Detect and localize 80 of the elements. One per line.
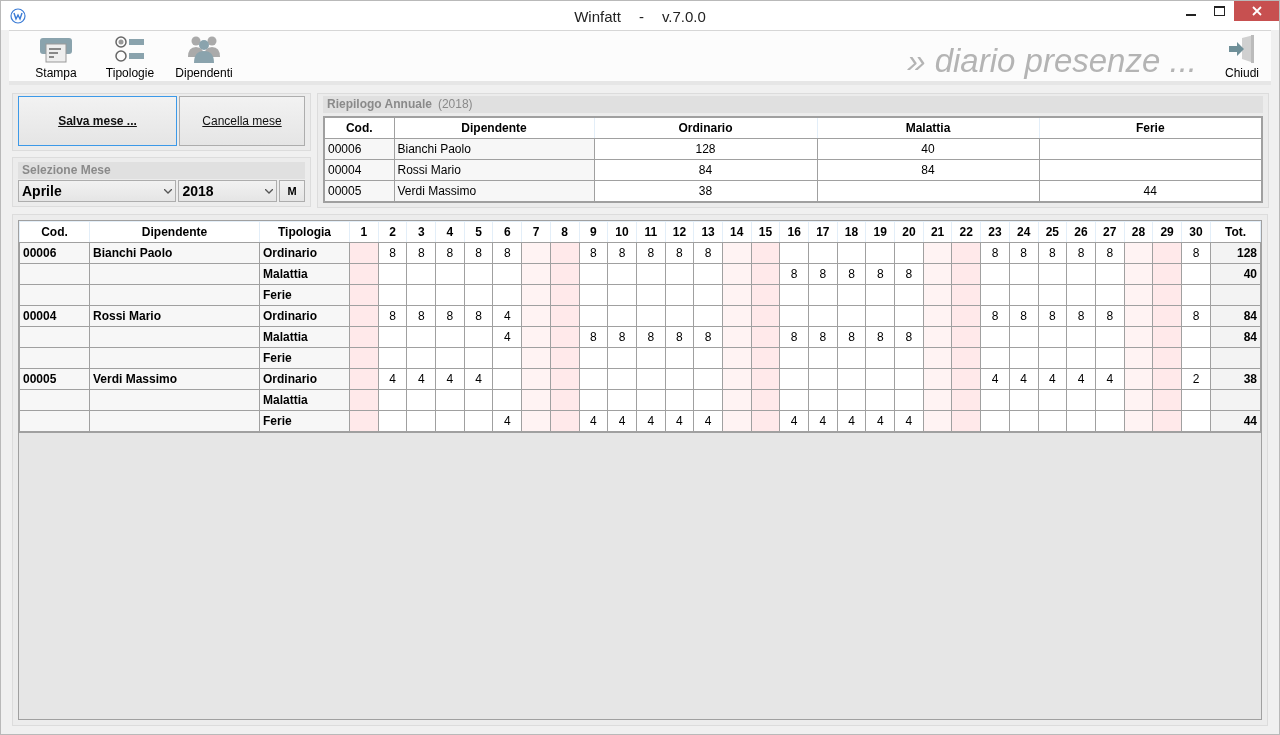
day-header: 24 bbox=[1009, 221, 1038, 243]
table-cell: Verdi Massimo bbox=[394, 180, 594, 202]
column-header: Malattia bbox=[817, 117, 1039, 139]
exit-door-icon bbox=[1227, 34, 1257, 63]
day-header: 15 bbox=[751, 221, 780, 243]
day-header: 21 bbox=[923, 221, 952, 243]
table-cell: 00005 bbox=[324, 180, 394, 202]
chevron-down-icon bbox=[164, 188, 173, 194]
table-cell: 44 bbox=[1039, 180, 1262, 202]
year-dropdown[interactable]: 2018 bbox=[178, 180, 278, 202]
column-header: Cod. bbox=[19, 221, 90, 243]
day-header: 8 bbox=[550, 221, 579, 243]
day-header: 17 bbox=[808, 221, 838, 243]
toolbar-button[interactable]: Stampa bbox=[19, 32, 93, 80]
column-header: Tipologia bbox=[259, 221, 350, 243]
day-header: 4 bbox=[435, 221, 465, 243]
day-header: 2 bbox=[378, 221, 407, 243]
minimize-icon bbox=[1185, 13, 1196, 16]
panel-title: Selezione Mese bbox=[18, 162, 305, 179]
column-header: Dipendente bbox=[89, 221, 260, 243]
app-logo-icon bbox=[10, 7, 26, 24]
column-header: Dipendente bbox=[394, 117, 594, 139]
day-header: 20 bbox=[894, 221, 924, 243]
table-cell: Bianchi Paolo bbox=[394, 138, 594, 160]
day-header: 6 bbox=[492, 221, 522, 243]
panel-title: Riepilogo Annuale bbox=[327, 97, 432, 112]
day-header: 19 bbox=[865, 221, 895, 243]
table-cell: 00006 bbox=[324, 138, 394, 160]
day-header: 7 bbox=[521, 221, 551, 243]
column-header: Tot. bbox=[1210, 221, 1261, 243]
day-header: 3 bbox=[406, 221, 436, 243]
day-header: 12 bbox=[665, 221, 694, 243]
table-cell: 84 bbox=[594, 159, 817, 181]
title-separator: - bbox=[638, 8, 644, 25]
year-label: (2018) bbox=[437, 97, 473, 112]
day-header: 9 bbox=[579, 221, 608, 243]
table-cell: 00004 bbox=[19, 305, 90, 327]
column-header: Cod. bbox=[324, 117, 394, 139]
day-header: 10 bbox=[607, 221, 637, 243]
chevron-down-icon bbox=[265, 188, 274, 194]
column-header: Ferie bbox=[1039, 117, 1262, 139]
table-cell: 128 bbox=[594, 138, 817, 160]
day-header: 18 bbox=[837, 221, 866, 243]
toolbar-button[interactable]: Tipologie bbox=[93, 32, 167, 80]
column-header: Ordinario bbox=[594, 117, 817, 139]
window-title: Winfatt bbox=[574, 8, 621, 25]
day-header: 30 bbox=[1181, 221, 1211, 243]
table-cell: 00006 bbox=[19, 242, 90, 264]
maximize-icon bbox=[1214, 6, 1225, 16]
table-cell: 00004 bbox=[324, 159, 394, 181]
day-header: 26 bbox=[1066, 221, 1096, 243]
banner-text: » diario presenze ... bbox=[907, 42, 1197, 80]
day-header: 11 bbox=[636, 221, 666, 243]
list-icon bbox=[115, 34, 145, 63]
people-icon bbox=[187, 34, 221, 63]
cancel-month-button[interactable]: Cancella mese bbox=[179, 96, 305, 146]
version-label: v.7.0.0 bbox=[661, 8, 706, 25]
day-header: 23 bbox=[980, 221, 1010, 243]
toolbar-button[interactable]: Dipendenti bbox=[167, 32, 241, 80]
close-toolbar-button[interactable]: Chiudi bbox=[1217, 32, 1267, 80]
month-button[interactable]: M bbox=[279, 180, 305, 202]
close-icon bbox=[1251, 6, 1262, 16]
day-header: 25 bbox=[1038, 221, 1067, 243]
day-header: 13 bbox=[693, 221, 723, 243]
table-cell: 00005 bbox=[19, 368, 90, 390]
day-header: 5 bbox=[464, 221, 493, 243]
day-header: 28 bbox=[1124, 221, 1153, 243]
close-button[interactable] bbox=[1234, 1, 1279, 21]
day-header: 27 bbox=[1095, 221, 1125, 243]
save-month-button[interactable]: Salva mese ... bbox=[18, 96, 177, 146]
table-cell: 84 bbox=[817, 159, 1039, 181]
table-cell: 38 bbox=[594, 180, 817, 202]
day-header: 1 bbox=[349, 221, 379, 243]
day-header: 22 bbox=[951, 221, 981, 243]
month-dropdown[interactable]: Aprile bbox=[18, 180, 177, 202]
table-cell: 40 bbox=[817, 138, 1039, 160]
day-header: 14 bbox=[722, 221, 752, 243]
table-cell: Rossi Mario bbox=[394, 159, 594, 181]
day-header: 16 bbox=[779, 221, 809, 243]
day-header: 29 bbox=[1152, 221, 1182, 243]
